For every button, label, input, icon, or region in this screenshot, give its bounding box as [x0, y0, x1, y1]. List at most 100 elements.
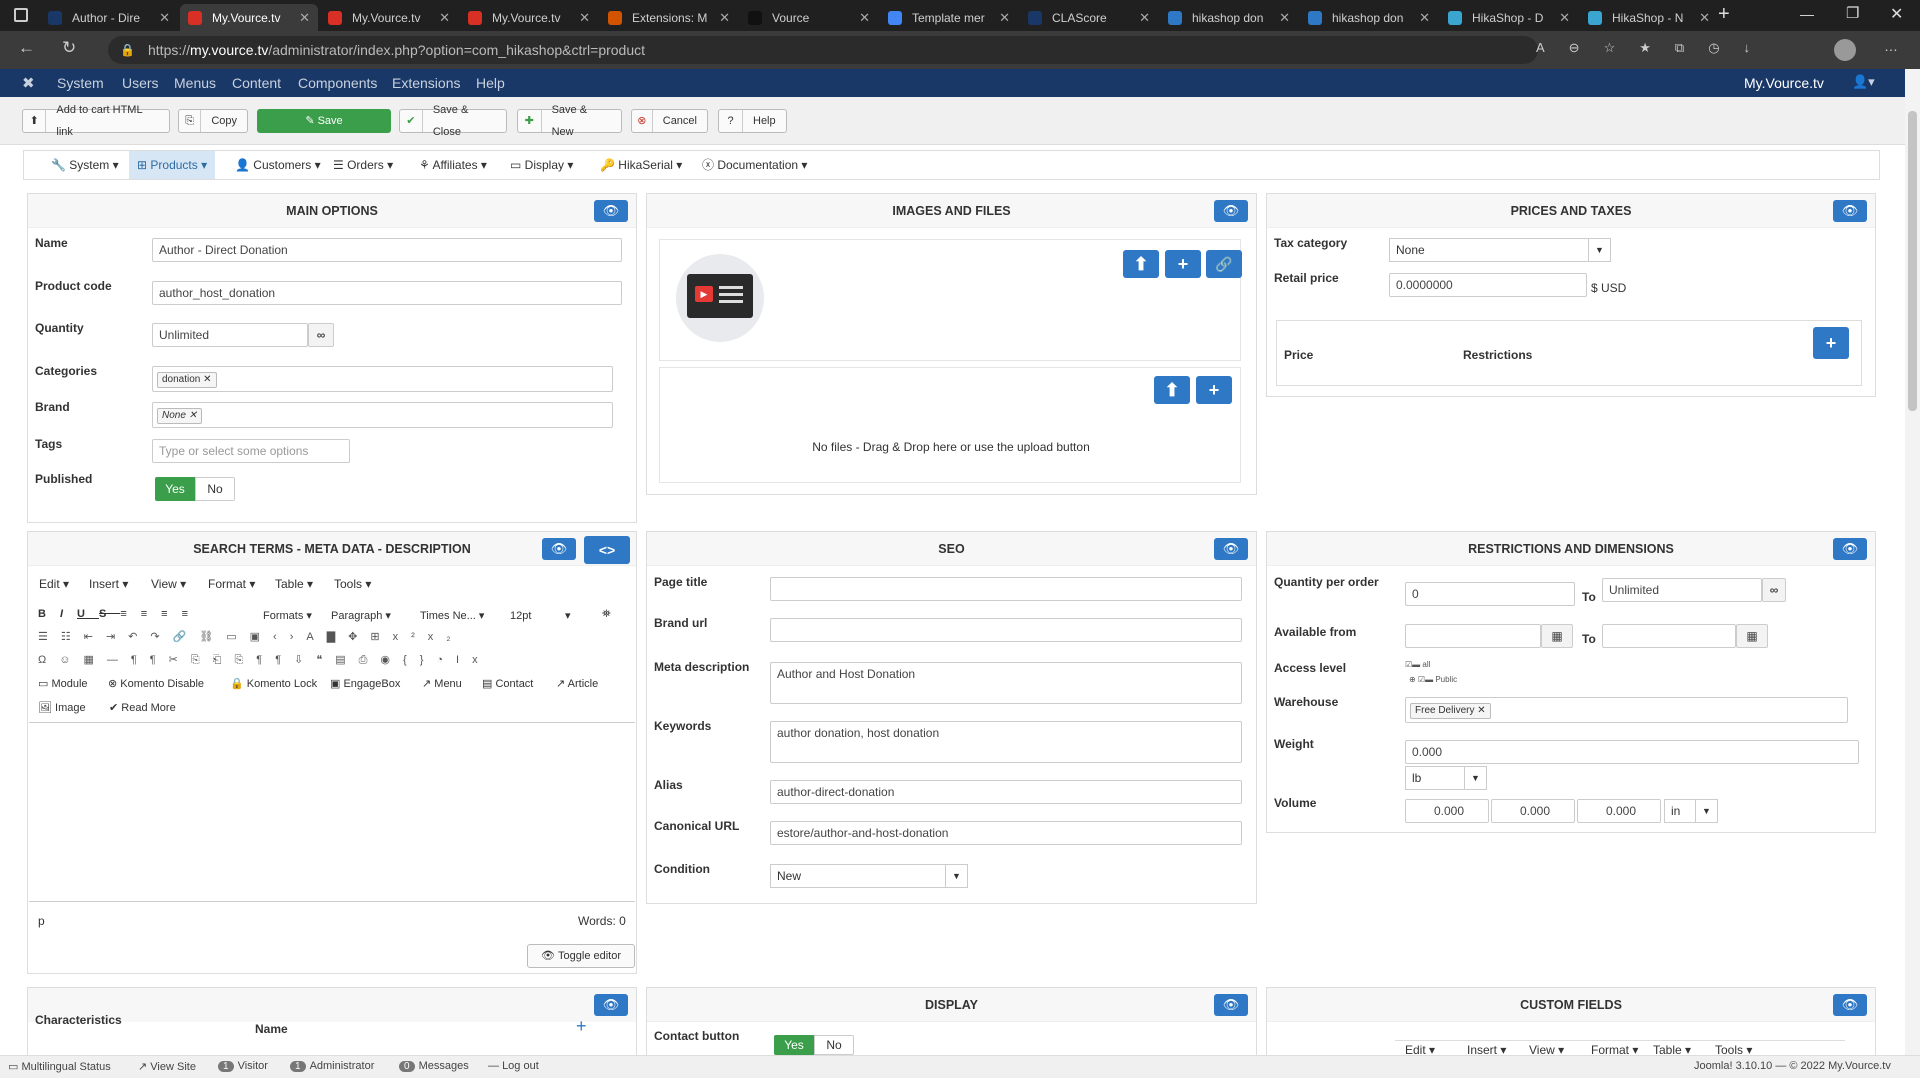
warehouse-tag[interactable]: Free Delivery ✕	[1410, 703, 1491, 719]
keywords-textarea[interactable]: author donation, host donation	[770, 721, 1242, 763]
quantity-input[interactable]: Unlimited	[152, 323, 308, 347]
access-all-checkbox[interactable]: ☑▬ all	[1405, 660, 1430, 669]
formats-dropdown[interactable]: Formats ▾	[263, 609, 312, 622]
read-aloud-icon[interactable]: A	[1536, 40, 1569, 55]
editor-plugin-button[interactable]: ▣ EngageBox	[330, 677, 400, 690]
toggle-editor-button[interactable]: 👁 Toggle editor	[527, 944, 635, 968]
published-no-toggle[interactable]: No	[195, 477, 235, 501]
close-tab-icon[interactable]: ✕	[159, 10, 170, 26]
eye-icon[interactable]: 👁	[594, 994, 628, 1016]
browser-tab[interactable]: My.Vource.tv ✕	[180, 4, 318, 31]
eye-icon[interactable]: 👁	[1214, 538, 1248, 560]
admin-menu-item[interactable]: Extensions	[392, 75, 460, 91]
close-tab-icon[interactable]: ✕	[1699, 10, 1710, 26]
access-public-checkbox[interactable]: ⊕ ☑▬ Public	[1409, 675, 1457, 684]
published-yes-toggle[interactable]: Yes	[155, 477, 195, 501]
calendar-icon[interactable]: ▦	[1736, 624, 1768, 648]
browser-tab[interactable]: My.Vource.tv ✕	[460, 4, 598, 31]
volume-width-input[interactable]: 0.000	[1491, 799, 1575, 823]
editor-menu-item[interactable]: Format ▾	[208, 577, 255, 591]
tab-actions-icon[interactable]	[14, 8, 28, 22]
brand-tag[interactable]: None ✕	[157, 408, 203, 424]
close-tab-icon[interactable]: ✕	[1559, 10, 1570, 26]
eye-icon[interactable]: 👁	[1214, 994, 1248, 1016]
subnav-item[interactable]: ▭ Display ▾	[502, 151, 581, 179]
toolbar-row-2[interactable]: ☰☷⇤⇥↶↷🔗⛓▭▣‹›A▇✥⊞x²x₂	[38, 630, 464, 643]
eye-icon[interactable]: 👁	[1833, 200, 1867, 222]
volume-height-input[interactable]: 0.000	[1577, 799, 1661, 823]
upload-image-button[interactable]: ⬆	[1123, 250, 1159, 278]
admin-menu-item[interactable]: Components	[298, 75, 377, 91]
eye-icon[interactable]: 👁	[1833, 538, 1867, 560]
tax-category-select[interactable]: None ▼	[1389, 238, 1611, 262]
subnav-item[interactable]: ⚘ Affiliates ▾	[411, 151, 495, 179]
editor-menu-item[interactable]: View ▾	[151, 577, 186, 591]
product-image[interactable]: ▶	[676, 254, 764, 342]
save-new-button[interactable]: ✚ Save & New	[517, 104, 622, 138]
close-tab-icon[interactable]: ✕	[1279, 10, 1290, 26]
eye-icon[interactable]: 👁	[542, 538, 576, 560]
user-icon[interactable]: 👤▾	[1852, 74, 1875, 90]
weight-unit-select[interactable]: lb ▼	[1405, 766, 1487, 790]
browser-tab[interactable]: My.Vource.tv ✕	[320, 4, 458, 31]
editor-plugin-button[interactable]: ⊗ Komento Disable	[108, 677, 204, 690]
brand-field[interactable]: None ✕	[152, 402, 613, 428]
new-tab-icon[interactable]: +	[1718, 3, 1730, 26]
editor-content-area[interactable]	[29, 722, 635, 902]
images-dropzone[interactable]: ▶ ⬆ + 🔗	[659, 239, 1242, 361]
help-button[interactable]: ? Help	[718, 109, 787, 133]
bold-icon[interactable]: B	[38, 608, 60, 620]
close-tab-icon[interactable]: ✕	[439, 10, 450, 26]
editor-plugin-button[interactable]: 🔒 Komento Lock	[230, 677, 317, 690]
editor-plugin-button[interactable]: ▤ Contact	[482, 677, 533, 690]
joomla-logo-icon[interactable]: ✖	[22, 74, 35, 92]
logout-link[interactable]: — Log out	[488, 1060, 539, 1072]
strikethrough-icon[interactable]: S	[99, 608, 120, 620]
favorites-icon[interactable]: ★	[1639, 40, 1675, 55]
browser-tab[interactable]: CLAScore ✕	[1020, 4, 1158, 31]
max-quantity-input[interactable]: Unlimited	[1602, 578, 1762, 602]
refresh-icon[interactable]: ↻	[62, 38, 76, 58]
editor-menu-item[interactable]: Edit ▾	[39, 577, 69, 591]
browser-tab[interactable]: Template mer ✕	[880, 4, 1018, 31]
available-from-input[interactable]	[1405, 624, 1541, 648]
paragraph-dropdown[interactable]: Paragraph ▾	[331, 609, 391, 622]
categories-field[interactable]: donation ✕	[152, 366, 613, 392]
image-plugin-button[interactable]: 🖼 Image	[38, 701, 86, 714]
editor-plugin-button[interactable]: ↗ Menu	[422, 677, 462, 690]
page-title-input[interactable]	[770, 577, 1242, 601]
visitor-count[interactable]: 1 Visitor	[218, 1060, 268, 1072]
align-right-icon[interactable]: ≡	[161, 608, 181, 620]
contact-no-toggle[interactable]: No	[814, 1035, 854, 1055]
weight-input[interactable]: 0.000	[1405, 740, 1859, 764]
add-to-cart-link-button[interactable]: ⬆ Add to cart HTML link	[22, 104, 170, 138]
url-field[interactable]: 🔒 https://my.vource.tv/administrator/ind…	[108, 36, 1538, 64]
volume-length-input[interactable]: 0.000	[1405, 799, 1489, 823]
read-more-button[interactable]: ✔ Read More	[109, 701, 176, 714]
add-characteristic-icon[interactable]: +	[576, 1016, 587, 1037]
condition-select[interactable]: New ▼	[770, 864, 968, 888]
close-tab-icon[interactable]: ✕	[299, 10, 310, 26]
category-tag[interactable]: donation ✕	[157, 372, 217, 388]
font-family-dropdown[interactable]: Times Ne... ▾	[420, 609, 484, 622]
available-to-input[interactable]	[1602, 624, 1736, 648]
save-close-button[interactable]: ✔ Save & Close	[399, 104, 507, 138]
upload-file-button[interactable]: ⬆	[1154, 376, 1190, 404]
subnav-item[interactable]: 🔧 System ▾	[43, 151, 127, 179]
admin-menu-item[interactable]: Users	[122, 75, 159, 91]
subnav-item[interactable]: 🔑 HikaSerial ▾	[592, 151, 690, 179]
save-button[interactable]: ✎ Save	[257, 109, 391, 133]
formatting-buttons[interactable]: BIUS≡≡≡≡	[38, 608, 202, 620]
brand-url-input[interactable]	[770, 618, 1242, 642]
volume-unit-select[interactable]: in ▼	[1664, 799, 1718, 823]
back-icon[interactable]: ←	[18, 38, 35, 58]
admin-menu-item[interactable]: Menus	[174, 75, 216, 91]
alias-input[interactable]: author-direct-donation	[770, 780, 1242, 804]
favorite-icon[interactable]: ☆	[1604, 40, 1640, 55]
avatar[interactable]	[1834, 39, 1856, 61]
history-icon[interactable]: ◷	[1708, 40, 1743, 55]
close-window-icon[interactable]: ✕	[1890, 4, 1903, 24]
browser-tab[interactable]: hikashop don ✕	[1300, 4, 1438, 31]
close-tab-icon[interactable]: ✕	[999, 10, 1010, 26]
cancel-button[interactable]: ⊗ Cancel	[631, 109, 708, 133]
